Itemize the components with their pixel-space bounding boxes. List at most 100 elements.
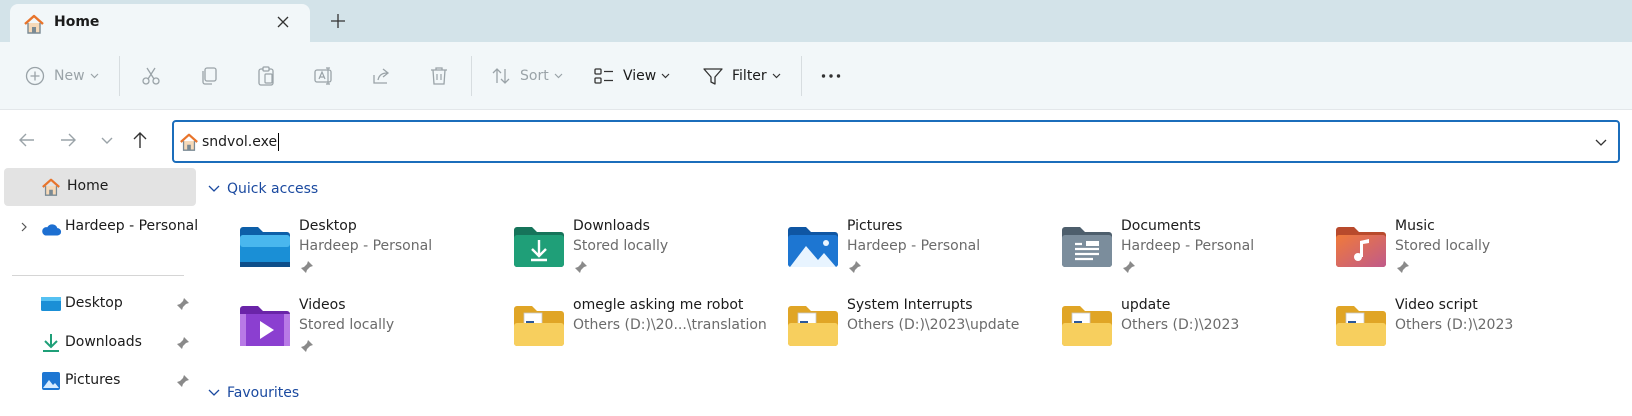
share-button[interactable]	[370, 60, 392, 92]
delete-button[interactable]	[428, 60, 450, 92]
item-location: Others (D:)\2023	[1121, 317, 1240, 333]
chevron-down-icon[interactable]	[1594, 135, 1608, 149]
item-location: Others (D:)\2023	[1395, 317, 1514, 333]
item-location: Others (D:)\20...\translation	[573, 317, 767, 333]
recent-locations-chevron-icon[interactable]	[96, 129, 118, 151]
cloud-icon	[42, 224, 62, 236]
sidebar-item-label: Pictures	[65, 372, 121, 388]
copy-icon	[202, 67, 217, 85]
plus-icon[interactable]	[328, 11, 348, 31]
close-icon[interactable]	[272, 11, 294, 33]
sort-button[interactable]: Sort	[490, 60, 563, 92]
item-title: Pictures	[847, 218, 903, 234]
quick-access-pictures[interactable]: Pictures Hardeep - Personal	[786, 218, 1056, 294]
sidebar-item-pictures[interactable]: Pictures	[4, 362, 196, 400]
home-icon	[24, 14, 44, 34]
chevron-down-icon	[661, 73, 670, 79]
item-title: Desktop	[299, 218, 357, 234]
paste-button[interactable]	[255, 60, 277, 92]
toolbar-divider	[119, 56, 120, 96]
view-button[interactable]: View	[593, 60, 670, 92]
content-pane: Quick access Desktop Hardeep - Personal …	[196, 168, 1632, 416]
plus-circle-icon	[25, 66, 45, 86]
item-title: Music	[1395, 218, 1435, 234]
item-title: Videos	[299, 297, 346, 313]
pin-icon	[575, 261, 587, 273]
chevron-down-icon	[208, 389, 220, 396]
pictures-icon	[42, 372, 60, 390]
download-icon	[43, 334, 59, 352]
back-arrow-icon[interactable]	[16, 129, 38, 151]
sort-label: Sort	[520, 68, 549, 84]
pin-icon	[1397, 261, 1409, 273]
desktop-folder-icon	[240, 227, 290, 267]
quick-access-header[interactable]: Quick access	[208, 178, 318, 200]
view-icon	[594, 68, 613, 84]
new-label: New	[54, 68, 85, 84]
documents-folder-icon	[1062, 227, 1112, 267]
item-title: Documents	[1121, 218, 1201, 234]
toolbar-divider	[801, 56, 802, 96]
chevron-down-icon	[554, 73, 563, 79]
toolbar-divider	[471, 56, 472, 96]
more-options-button[interactable]	[820, 60, 842, 92]
tab-home[interactable]: Home	[10, 4, 310, 42]
pin-icon	[1123, 261, 1135, 273]
section-title: Quick access	[227, 181, 319, 197]
folder-icon	[514, 306, 564, 346]
quick-access-folder[interactable]: Video script Others (D:)\2023	[1334, 297, 1604, 373]
quick-access-desktop[interactable]: Desktop Hardeep - Personal	[238, 218, 508, 294]
scissors-icon	[142, 67, 160, 85]
quick-access-folder[interactable]: update Others (D:)\2023	[1060, 297, 1330, 373]
pin-icon	[301, 261, 313, 273]
quick-access-videos[interactable]: Videos Stored locally	[238, 297, 508, 373]
quick-access-downloads[interactable]: Downloads Stored locally	[512, 218, 782, 294]
pin-icon[interactable]	[176, 374, 190, 388]
folder-icon	[1062, 306, 1112, 346]
clipboard-icon	[258, 66, 274, 86]
desktop-icon	[41, 297, 61, 311]
sidebar-item-label: Hardeep - Personal	[65, 218, 199, 234]
filter-icon	[703, 68, 723, 85]
sidebar-item-onedrive[interactable]: Hardeep - Personal	[4, 208, 199, 246]
pin-icon[interactable]	[176, 297, 190, 311]
item-title: update	[1121, 297, 1171, 313]
command-bar: New Sort View Filter	[0, 42, 1632, 110]
rename-icon	[314, 67, 332, 85]
pictures-folder-icon	[788, 227, 838, 267]
cut-button[interactable]	[140, 60, 162, 92]
music-folder-icon	[1336, 227, 1386, 267]
quick-access-folder[interactable]: System Interrupts Others (D:)\2023\updat…	[786, 297, 1056, 373]
chevron-down-icon	[208, 185, 220, 192]
quick-access-music[interactable]: Music Stored locally	[1334, 218, 1604, 294]
filter-label: Filter	[732, 68, 767, 84]
sidebar-item-label: Downloads	[65, 334, 142, 350]
address-input[interactable]: sndvol.exe	[202, 133, 280, 151]
copy-button[interactable]	[198, 60, 220, 92]
view-label: View	[623, 68, 657, 84]
address-bar[interactable]: sndvol.exe	[172, 120, 1620, 163]
sidebar-item-home[interactable]: Home	[4, 168, 196, 206]
home-icon	[42, 178, 60, 196]
pin-icon[interactable]	[176, 336, 190, 350]
tab-bar: Home	[0, 0, 1632, 42]
item-title: omegle asking me robot	[573, 297, 744, 313]
up-arrow-icon[interactable]	[129, 129, 151, 151]
filter-button[interactable]: Filter	[702, 60, 781, 92]
new-button[interactable]: New	[24, 60, 99, 92]
item-location: Hardeep - Personal	[1121, 238, 1255, 254]
pin-icon	[301, 340, 313, 352]
home-icon	[180, 133, 198, 151]
quick-access-folder[interactable]: omegle asking me robot Others (D:)\20...…	[512, 297, 782, 373]
downloads-folder-icon	[514, 227, 564, 267]
sidebar-item-desktop[interactable]: Desktop	[4, 285, 196, 323]
videos-folder-icon	[240, 306, 290, 346]
quick-access-documents[interactable]: Documents Hardeep - Personal	[1060, 218, 1330, 294]
favourites-header[interactable]: Favourites	[208, 382, 299, 404]
chevron-right-icon[interactable]	[18, 220, 30, 234]
rename-button[interactable]	[313, 60, 335, 92]
forward-arrow-icon[interactable]	[57, 129, 79, 151]
share-icon	[373, 68, 390, 84]
sidebar-item-downloads[interactable]: Downloads	[4, 324, 196, 362]
item-location: Hardeep - Personal	[847, 238, 981, 254]
